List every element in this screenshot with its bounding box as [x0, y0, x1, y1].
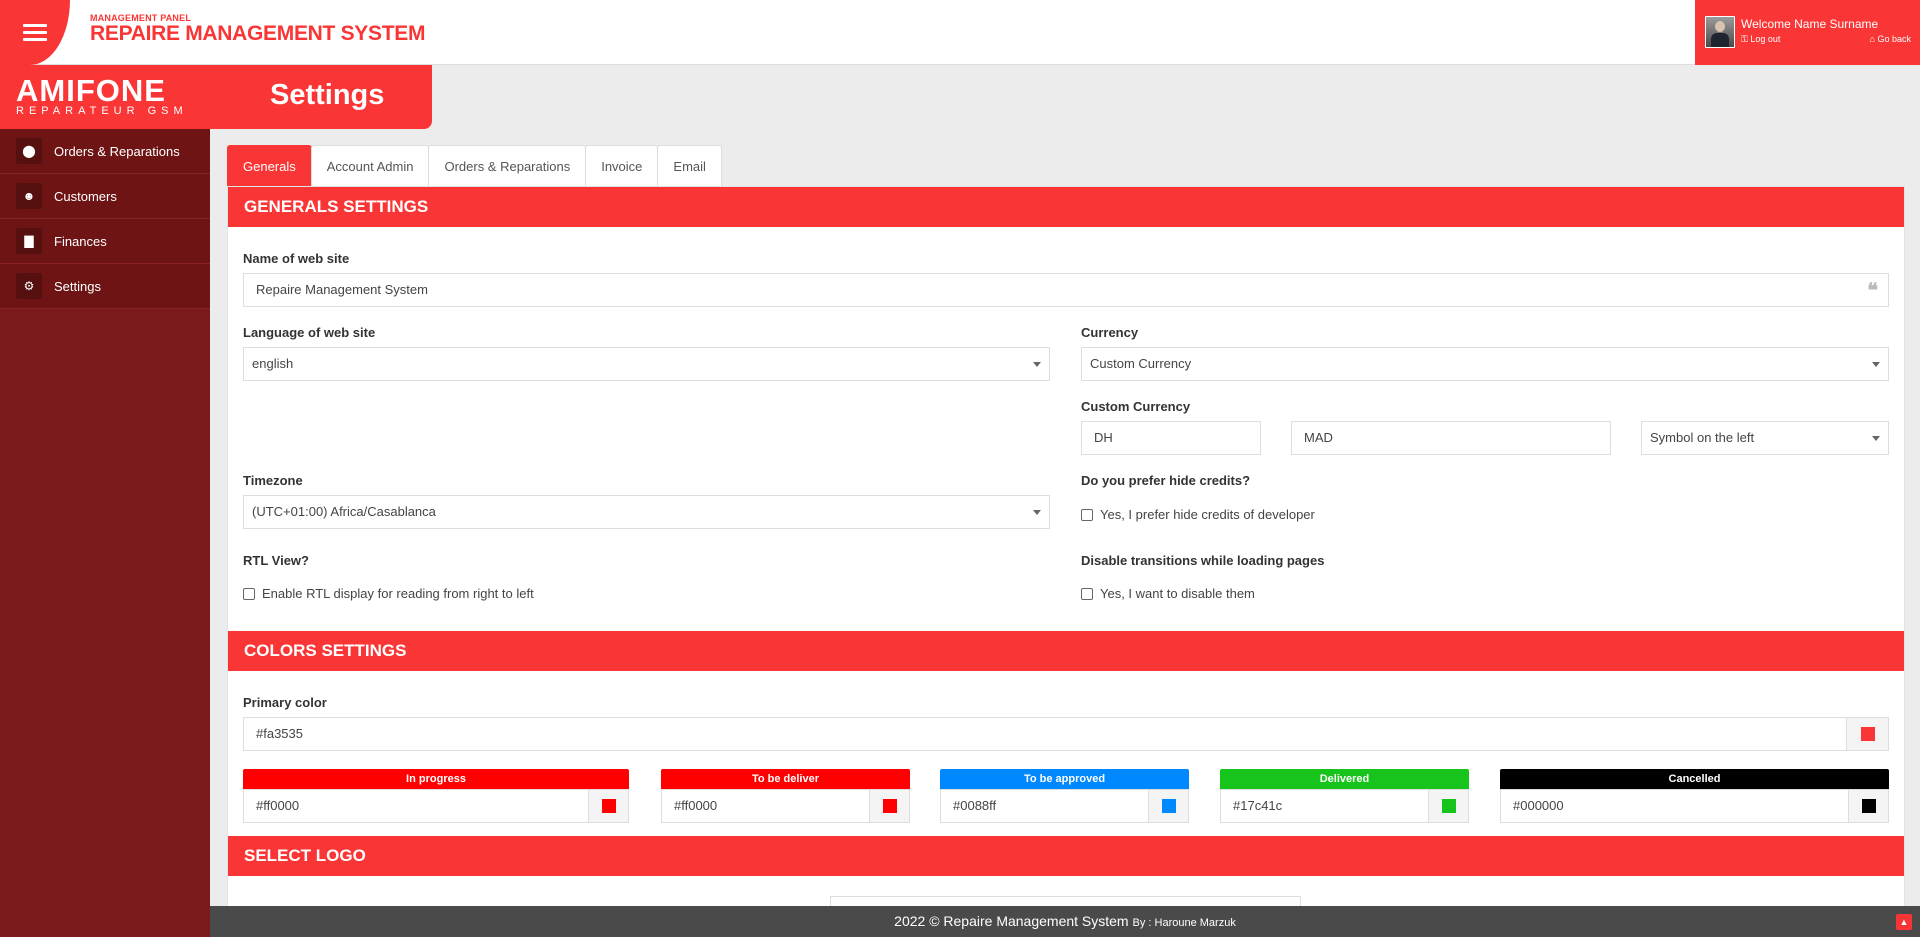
status-badge-to-be-approved: To be approved: [940, 769, 1189, 789]
currency-symbol-input[interactable]: DH: [1081, 421, 1261, 455]
site-name-input[interactable]: Repaire Management System ❝: [243, 273, 1889, 307]
logout-link[interactable]: ⚿ Log out: [1741, 34, 1780, 45]
chevron-down-icon: [1872, 436, 1880, 441]
tab-generals[interactable]: Generals: [227, 145, 312, 186]
home-icon: ⌂: [1869, 34, 1875, 44]
transitions-label: Disable transitions while loading pages: [1081, 553, 1325, 568]
status-badge-to-be-deliver: To be deliver: [661, 769, 910, 789]
color-picker-button[interactable]: [588, 790, 628, 822]
settings-tabs: Generals Account Admin Orders & Reparati…: [227, 145, 1905, 186]
status-badge-cancelled: Cancelled: [1500, 769, 1889, 789]
map-marker-icon: ⬤: [16, 138, 42, 164]
bar-chart-icon: ▇: [16, 228, 42, 254]
footer: 2022 © Repaire Management System By : Ha…: [210, 906, 1920, 937]
go-back-link[interactable]: ⌂ Go back: [1870, 34, 1911, 44]
timezone-label: Timezone: [243, 473, 303, 488]
language-select[interactable]: english: [243, 347, 1050, 381]
hide-credits-label: Do you prefer hide credits?: [1081, 473, 1251, 488]
sidebar-item-settings[interactable]: ⚙ Settings: [0, 264, 210, 309]
tab-orders-reparations[interactable]: Orders & Reparations: [428, 145, 587, 186]
color-picker-button[interactable]: [1428, 790, 1468, 822]
currency-select[interactable]: Custom Currency: [1081, 347, 1889, 381]
sidebar-item-customers[interactable]: ☻ Customers: [0, 174, 210, 219]
top-header: MANAGEMENT PANEL REPAIRE MANAGEMENT SYST…: [0, 0, 1920, 65]
transitions-checkbox[interactable]: Yes, I want to disable them: [1081, 586, 1255, 601]
scroll-top-button[interactable]: ▲: [1896, 914, 1912, 930]
chevron-up-icon: ▲: [1899, 917, 1909, 927]
primary-color-input[interactable]: #fa3535: [243, 717, 1889, 751]
sidebar-item-orders[interactable]: ⬤ Orders & Reparations: [0, 129, 210, 174]
tab-account-admin[interactable]: Account Admin: [310, 145, 430, 186]
in-progress-color-input[interactable]: #ff0000: [243, 789, 629, 823]
color-picker-button[interactable]: [1848, 790, 1888, 822]
currency-code-input[interactable]: MAD: [1291, 421, 1611, 455]
site-name-label: Name of web site: [243, 251, 350, 266]
logo-band: AMIFONE REPARATEUR GSM Settings: [0, 65, 432, 129]
generals-heading: GENERALS SETTINGS: [228, 187, 1904, 227]
menu-toggle-button[interactable]: [0, 0, 70, 65]
timezone-select[interactable]: (UTC+01:00) Africa/Casablanca: [243, 495, 1050, 529]
welcome-text: Welcome Name Surname: [1741, 17, 1879, 31]
primary-color-label: Primary color: [243, 695, 327, 710]
chevron-down-icon: [1872, 362, 1880, 367]
symbol-position-select[interactable]: Symbol on the left: [1641, 421, 1889, 455]
to-be-approved-color-input[interactable]: #0088ff: [940, 789, 1189, 823]
hamburger-icon: [23, 23, 47, 42]
rtl-checkbox[interactable]: Enable RTL display for reading from righ…: [243, 586, 534, 601]
page-title: Settings: [270, 79, 385, 111]
brand-logo[interactable]: AMIFONE REPARATEUR GSM: [16, 75, 188, 117]
user-icon: ☻: [16, 183, 42, 209]
quote-icon: ❝: [1867, 278, 1878, 302]
chevron-down-icon: [1033, 362, 1041, 367]
currency-label: Currency: [1081, 325, 1139, 340]
hide-credits-checkbox[interactable]: Yes, I prefer hide credits of developer: [1081, 507, 1315, 522]
user-box: Welcome Name Surname ⚿ Log out ⌂ Go back: [1695, 0, 1920, 65]
custom-currency-label: Custom Currency: [1081, 399, 1191, 414]
tab-invoice[interactable]: Invoice: [585, 145, 659, 186]
language-label: Language of web site: [243, 325, 376, 340]
avatar[interactable]: [1705, 16, 1735, 48]
color-picker-button[interactable]: [1846, 718, 1888, 750]
gear-icon: ⚙: [16, 273, 42, 299]
colors-heading: COLORS SETTINGS: [228, 631, 1904, 671]
status-badge-in-progress: In progress: [243, 769, 629, 789]
status-badge-delivered: Delivered: [1220, 769, 1469, 789]
delivered-color-input[interactable]: #17c41c: [1220, 789, 1469, 823]
chevron-down-icon: [1033, 510, 1041, 515]
color-picker-button[interactable]: [1148, 790, 1188, 822]
cancelled-color-input[interactable]: #000000: [1500, 789, 1889, 823]
color-picker-button[interactable]: [869, 790, 909, 822]
rtl-label: RTL View?: [243, 553, 309, 568]
main-content: Generals Account Admin Orders & Reparati…: [227, 145, 1905, 917]
sidebar-item-finances[interactable]: ▇ Finances: [0, 219, 210, 264]
app-title: REPAIRE MANAGEMENT SYSTEM: [90, 22, 426, 45]
tab-email[interactable]: Email: [657, 145, 722, 186]
key-icon: ⚿: [1741, 34, 1748, 44]
logo-heading: SELECT LOGO: [228, 836, 1904, 876]
to-be-deliver-color-input[interactable]: #ff0000: [661, 789, 910, 823]
sidebar: ⬤ Orders & Reparations ☻ Customers ▇ Fin…: [0, 129, 210, 937]
settings-panel: GENERALS SETTINGS Name of web site Repai…: [227, 186, 1905, 917]
